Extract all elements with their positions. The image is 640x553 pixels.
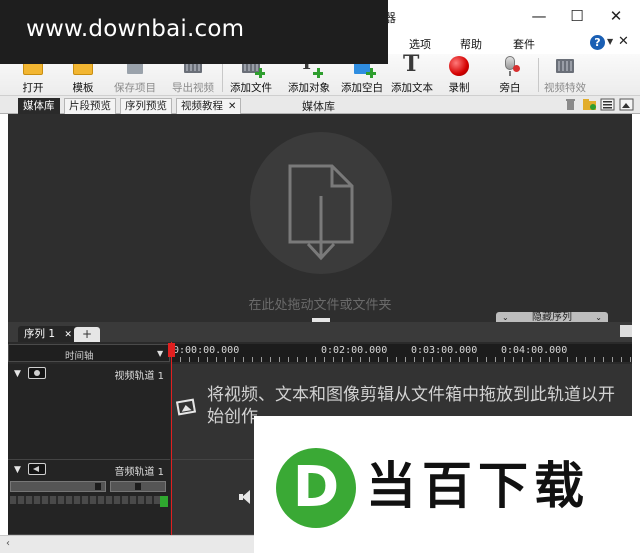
drop-zone[interactable] bbox=[250, 132, 392, 274]
narration-button[interactable]: 旁白 bbox=[495, 56, 525, 94]
record-icon bbox=[448, 56, 470, 76]
close-icon[interactable]: ✕ bbox=[64, 330, 72, 340]
tab-sequence-1[interactable]: 序列 1 ✕ bbox=[18, 326, 78, 342]
maximize-button[interactable]: ☐ bbox=[560, 4, 594, 28]
audio-track-header[interactable]: ▼ 音频轨道 1 bbox=[8, 460, 170, 535]
brand-name: 当百下载 bbox=[366, 457, 590, 515]
panel-title: 媒体库 bbox=[302, 100, 335, 113]
playhead-handle[interactable] bbox=[168, 343, 175, 357]
thumbnail-view-icon[interactable] bbox=[619, 97, 634, 112]
slider-knob[interactable] bbox=[135, 483, 141, 490]
trash-icon[interactable] bbox=[563, 97, 578, 112]
video-track-header[interactable]: ▼ 视频轨道 1 bbox=[8, 364, 170, 460]
add-text-button[interactable]: T 添加文本 bbox=[389, 51, 435, 94]
pan-slider[interactable] bbox=[110, 481, 166, 492]
time-ruler[interactable]: 0:00:00.000 0:02:00.000 0:03:00.000 0:04… bbox=[171, 344, 632, 362]
list-view-icon[interactable] bbox=[600, 97, 615, 112]
video-track-name: 视频轨道 1 bbox=[114, 371, 164, 382]
menu-options[interactable]: 选项 bbox=[409, 36, 431, 52]
volume-slider[interactable] bbox=[10, 481, 106, 492]
level-meter-peak bbox=[160, 496, 168, 507]
help-caret-icon[interactable]: ▼ bbox=[607, 37, 613, 46]
tab-clip-preview[interactable]: 片段预览 bbox=[64, 98, 116, 114]
eye-icon[interactable] bbox=[28, 367, 46, 379]
video-effects-icon bbox=[554, 56, 576, 76]
menu-help[interactable]: 帮助 bbox=[460, 36, 482, 52]
narration-mic-icon bbox=[499, 56, 521, 76]
timecode-label: 0:03:00.000 bbox=[411, 345, 478, 356]
close-icon[interactable]: ✕ bbox=[228, 101, 236, 112]
collapse-triangle-icon[interactable]: ▼ bbox=[14, 465, 21, 475]
playhead[interactable] bbox=[171, 342, 172, 535]
image-icon bbox=[175, 398, 197, 416]
timecode-label: 0:02:00.000 bbox=[321, 345, 388, 356]
collapse-triangle-icon[interactable]: ▼ bbox=[14, 369, 21, 379]
audio-track-name: 音频轨道 1 bbox=[114, 467, 164, 478]
watermark-url: www.downbai.com bbox=[26, 16, 245, 42]
file-download-icon bbox=[288, 164, 354, 261]
video-effects-button[interactable]: 视频特效 bbox=[542, 56, 588, 94]
tab-sequence-preview[interactable]: 序列预览 bbox=[120, 98, 172, 114]
undock-icon[interactable] bbox=[620, 325, 632, 337]
media-library-panel[interactable]: 在此处拖动文件或文件夹 bbox=[8, 114, 632, 322]
ruler-ticks bbox=[171, 357, 632, 362]
timeline-mode-select[interactable]: 时间轴 ▼ bbox=[8, 344, 170, 362]
add-text-icon: T bbox=[403, 51, 420, 77]
add-sequence-button[interactable]: + bbox=[74, 327, 100, 342]
timecode-label: 0:04:00.000 bbox=[501, 345, 568, 356]
sequence-tab-strip: 序列 1 ✕ + bbox=[8, 322, 632, 342]
minimize-button[interactable]: — bbox=[522, 4, 556, 28]
slider-knob[interactable] bbox=[95, 483, 101, 490]
toolbar-separator bbox=[538, 58, 539, 92]
tab-media-library[interactable]: 媒体库 bbox=[18, 98, 60, 114]
menu-close-icon[interactable]: ✕ bbox=[618, 34, 629, 49]
level-meter bbox=[10, 496, 160, 504]
menu-suite[interactable]: 套件 bbox=[513, 36, 535, 52]
speaker-icon bbox=[239, 490, 251, 504]
new-folder-icon[interactable] bbox=[582, 97, 597, 112]
scroll-left-icon[interactable]: ‹ bbox=[6, 538, 10, 549]
timecode-label: 0:00:00.000 bbox=[173, 345, 240, 356]
record-button[interactable]: 录制 bbox=[444, 56, 474, 94]
watermark-banner: www.downbai.com bbox=[0, 0, 388, 64]
help-icon[interactable]: ? bbox=[590, 35, 605, 50]
close-button[interactable]: ✕ bbox=[599, 4, 633, 28]
tab-video-tutorial[interactable]: 视频教程 ✕ bbox=[176, 98, 242, 114]
drop-hint-text: 在此处拖动文件或文件夹 bbox=[248, 298, 392, 313]
brand-logo-icon: D bbox=[276, 448, 356, 528]
media-tab-strip: 媒体库 片段预览 序列预览 视频教程 ✕ 媒体库 bbox=[0, 96, 640, 114]
watermark-logo-block: D 当百下载 bbox=[254, 416, 640, 553]
chevron-down-icon: ▼ bbox=[157, 349, 164, 358]
speaker-icon[interactable] bbox=[28, 463, 46, 475]
